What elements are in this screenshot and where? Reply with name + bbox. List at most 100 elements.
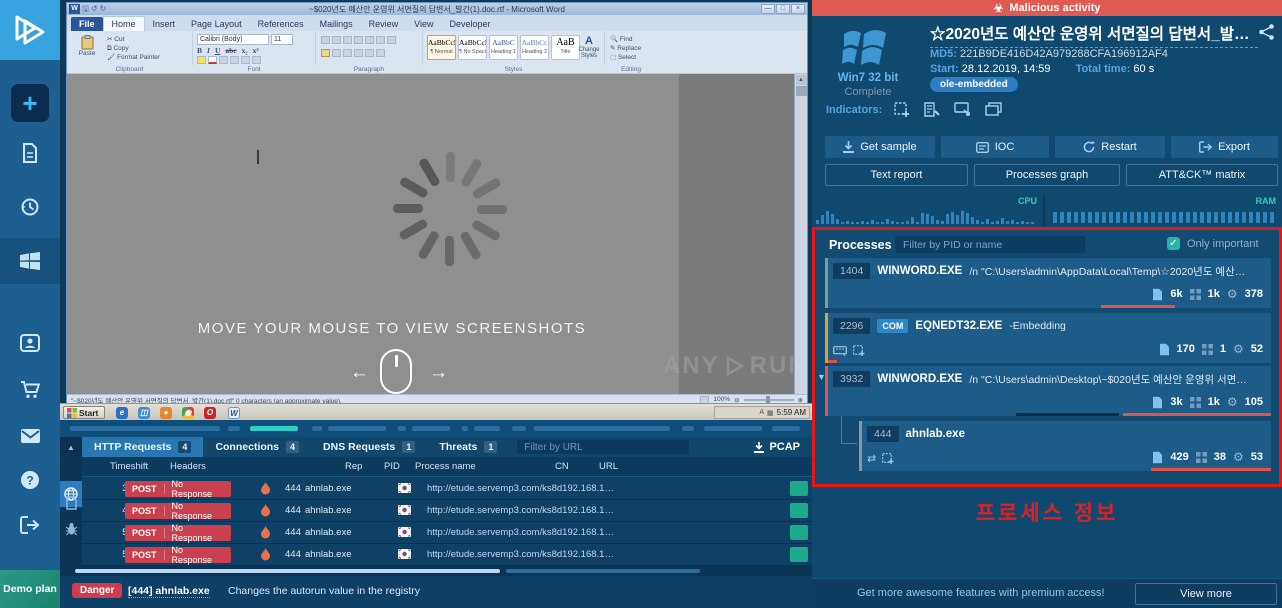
export-button[interactable]: Export [1171,136,1278,158]
tab-file[interactable]: File [71,17,103,31]
view-more-button[interactable]: View more [1135,583,1277,605]
vm-screenshot-area[interactable]: ~$020년도 예산안 운영위 서면질의 답변서_발간(1).doc.rtf -… [60,0,812,437]
pcap-download-button[interactable]: PCAP [742,437,812,457]
http-request-row[interactable]: 44010 msPOSTNo Response444ahnlab.exehttp… [82,500,812,522]
tab-dns-requests[interactable]: DNS Requests 1 [311,437,427,457]
tray-keyboard-icon[interactable]: A [759,409,764,416]
share-icon[interactable] [1259,24,1274,40]
url-filter-input[interactable] [517,440,690,454]
indicator-report-icon[interactable] [924,102,940,117]
style-heading2[interactable]: AaBbCc Heading 2 [520,35,549,60]
sidebar-item-history[interactable] [0,190,60,224]
taskbar-opera-icon[interactable]: O [204,407,216,419]
change-styles-button[interactable]: A Change Styles [575,35,603,59]
tab-http-requests[interactable]: HTTP Requests 4 [82,437,204,457]
anyrun-logo[interactable] [0,0,60,60]
restart-button[interactable]: Restart [1055,136,1165,158]
taskbar-word-icon[interactable]: W [228,407,240,419]
tab-mailings[interactable]: Mailings [312,17,361,31]
new-task-button[interactable]: + [11,84,49,122]
close-button[interactable]: × [791,4,805,14]
start-button[interactable]: Start [63,406,105,419]
sidebar-item-mail[interactable] [0,419,60,453]
format-painter-button[interactable]: 🖌 Format Painter [107,53,160,62]
find-button[interactable]: 🔍 Find [610,35,641,44]
http-request-row[interactable]: 38890 msPOSTNo Response444ahnlab.exehttp… [82,478,812,500]
word-scrollbar[interactable]: ▲ [794,74,807,394]
process-row-winword-3932[interactable]: 3932 WINWORD.EXE /n "C:\Users\admin\Desk… [825,366,1271,416]
minimize-button[interactable]: — [761,4,775,14]
tab-developer[interactable]: Developer [442,17,499,31]
sidebar-item-store[interactable] [0,372,60,406]
tab-review[interactable]: Review [361,17,407,31]
sidebar-item-logout[interactable] [0,508,60,542]
screenshot-overlay[interactable]: MOVE YOUR MOUSE TO VIEW SCREENSHOTS ← → … [67,74,807,394]
horizontal-scrollbar[interactable] [60,566,812,576]
tab-view[interactable]: View [406,17,441,31]
tab-references[interactable]: References [250,17,312,31]
response-content-button[interactable] [790,503,808,518]
status-process-link[interactable]: [444] ahnlab.exe [128,585,210,598]
tab-connections[interactable]: Connections 4 [203,437,311,457]
font-name-combo[interactable]: Calibri (Body) [197,34,269,45]
indicator-screen-icon[interactable] [954,102,971,117]
request-url[interactable]: http://etude.servemp3.com/ks8d192.168.1… [427,505,614,516]
font-color-buttons[interactable] [197,56,261,64]
process-row-eqnedt32-2296[interactable]: 2296 COM EQNEDT32.EXE -Embedding 170 1 ⚙… [825,313,1271,363]
sample-title[interactable]: ☆2020년도 예산안 운영위 서면질의 답변서_발… [930,22,1258,48]
files-tab[interactable] [60,493,82,513]
restore-button[interactable]: □ [776,4,790,14]
ioc-button[interactable]: IOC [941,136,1049,158]
http-request-row[interactable]: 55271 msPOSTNo Response444ahnlab.exehttp… [82,544,812,566]
md5-value[interactable]: 221B9DE416D42A979288CFA196912AF4 [960,48,1168,60]
sidebar-item-help[interactable]: ? [0,463,60,497]
style-heading1[interactable]: AaBbC Heading 1 [489,35,518,60]
font-size-combo[interactable]: 11 [271,34,293,45]
font-buttons[interactable]: B I U abc x₂ x² [197,46,259,55]
taskbar-ie-icon[interactable]: e [116,407,128,419]
tag-ole-embedded[interactable]: ole-embedded [930,77,1018,92]
tab-threats[interactable]: Threats 1 [427,437,509,457]
sidebar-item-tasks[interactable] [0,136,60,170]
taskbar-chrome-icon[interactable]: ◉ [182,407,194,419]
collapse-panel-button[interactable]: ▲ [60,437,82,457]
get-sample-button[interactable]: Get sample [825,136,935,158]
paste-button[interactable]: Paste [75,35,99,57]
request-url[interactable]: http://etude.servemp3.com/ks8d192.168.1… [427,527,614,538]
taskbar-explorer-icon[interactable]: ◫ [138,407,150,419]
process-row-winword-1404[interactable]: 1404 WINWORD.EXE /n "C:\Users\admin\AppD… [825,258,1271,308]
tab-home[interactable]: Home [102,16,145,31]
zoom-slider[interactable] [743,395,794,404]
http-request-row[interactable]: 50153 msPOSTNo Response444ahnlab.exehttp… [82,522,812,544]
replace-button[interactable]: ✎ Replace [610,44,641,53]
select-button[interactable]: ⬚ Select [610,53,641,62]
tab-page-layout[interactable]: Page Layout [183,17,250,31]
sidebar-item-profile[interactable] [0,326,60,360]
indicator-dump-icon[interactable] [894,102,910,117]
style-normal[interactable]: AaBbCcDc¶ Normal [427,35,456,60]
only-important-checkbox[interactable]: ✓ [1167,237,1180,250]
attck-matrix-button[interactable]: ATT&CK™ matrix [1126,164,1278,186]
request-url[interactable]: http://etude.servemp3.com/ks8d192.168.1… [427,549,614,560]
response-content-button[interactable] [790,481,808,496]
processes-graph-button[interactable]: Processes graph [974,164,1120,186]
taskbar-firefox-icon[interactable]: ● [160,407,172,419]
debug-tab[interactable] [60,519,82,539]
paragraph-buttons-row1[interactable] [321,36,396,44]
sidebar-item-windows-active[interactable] [0,238,60,284]
plan-badge[interactable]: Demo plan [0,570,60,608]
redo-icon[interactable]: ↻ [100,4,107,14]
response-content-button[interactable] [790,525,808,540]
text-report-button[interactable]: Text report [825,164,968,186]
undo-icon[interactable]: ↺ [91,4,98,14]
paragraph-buttons-row2[interactable] [321,49,385,57]
playback-timeline[interactable] [60,420,812,437]
process-row-ahnlab-444[interactable]: 444 ahnlab.exe ⇄ 429 38 ⚙ 53 [859,421,1271,471]
indicator-windows-icon[interactable] [985,102,1002,117]
cut-button[interactable]: ✂ Cut [107,35,160,44]
request-url[interactable]: http://etude.servemp3.com/ks8d192.168.1… [427,483,614,494]
response-content-button[interactable] [790,547,808,562]
style-no-spacing[interactable]: AaBbCcDc¶ No Spaci... [458,35,487,60]
tray-network-icon[interactable]: ▦ [767,409,774,417]
save-icon[interactable]: 🖫 [82,4,89,14]
